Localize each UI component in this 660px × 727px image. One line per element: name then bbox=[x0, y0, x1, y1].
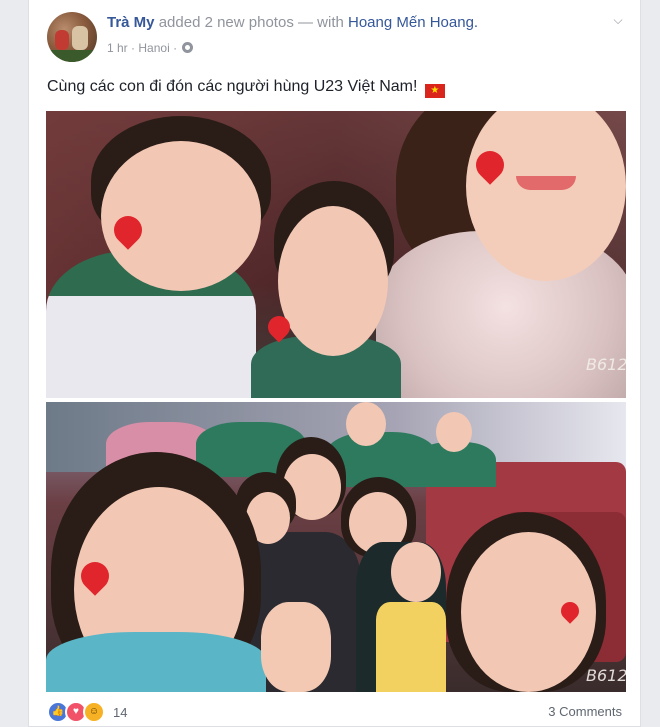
post-header: Trà My added 2 new photos — with Hoang M… bbox=[47, 12, 600, 62]
caption-text: Cùng các con đi đón các người hùng U23 V… bbox=[47, 78, 418, 95]
photo-2[interactable]: B612 bbox=[46, 402, 626, 692]
post-options-chevron-icon[interactable]: ⌵ bbox=[610, 12, 626, 28]
feed-post: ⌵ Trà My added 2 new photos — with Hoang… bbox=[28, 0, 641, 727]
globe-icon[interactable] bbox=[182, 42, 194, 53]
photo-watermark: B612 bbox=[586, 666, 626, 685]
post-meta: 1 hr · Hanoi · bbox=[107, 41, 194, 55]
photo-1[interactable]: B612 bbox=[46, 111, 626, 398]
meta-separator: · bbox=[173, 41, 178, 55]
reaction-count[interactable]: 14 bbox=[113, 705, 127, 720]
post-headline: Trà My added 2 new photos — with Hoang M… bbox=[107, 14, 478, 31]
tagged-friend[interactable]: Hoang Mến Hoang. bbox=[348, 14, 478, 31]
meta-separator: · bbox=[131, 41, 136, 55]
vietnam-flag-icon: ★ bbox=[424, 84, 445, 98]
post-footer: 👍 ♥ ☺ 14 3 Comments bbox=[47, 701, 622, 724]
photo-watermark: B612 bbox=[586, 355, 626, 374]
reactions-summary[interactable]: 👍 ♥ ☺ 14 bbox=[47, 701, 127, 723]
post-time[interactable]: 1 hr bbox=[107, 41, 128, 55]
post-caption: Cùng các con đi đón các người hùng U23 V… bbox=[47, 78, 445, 98]
comments-count-link[interactable]: 3 Comments bbox=[548, 704, 622, 719]
post-location[interactable]: Hanoi bbox=[138, 41, 169, 55]
haha-icon: ☺ bbox=[83, 701, 105, 723]
avatar[interactable] bbox=[47, 12, 97, 62]
action-text: added 2 new photos — with bbox=[158, 14, 344, 31]
author-name[interactable]: Trà My bbox=[107, 14, 155, 31]
